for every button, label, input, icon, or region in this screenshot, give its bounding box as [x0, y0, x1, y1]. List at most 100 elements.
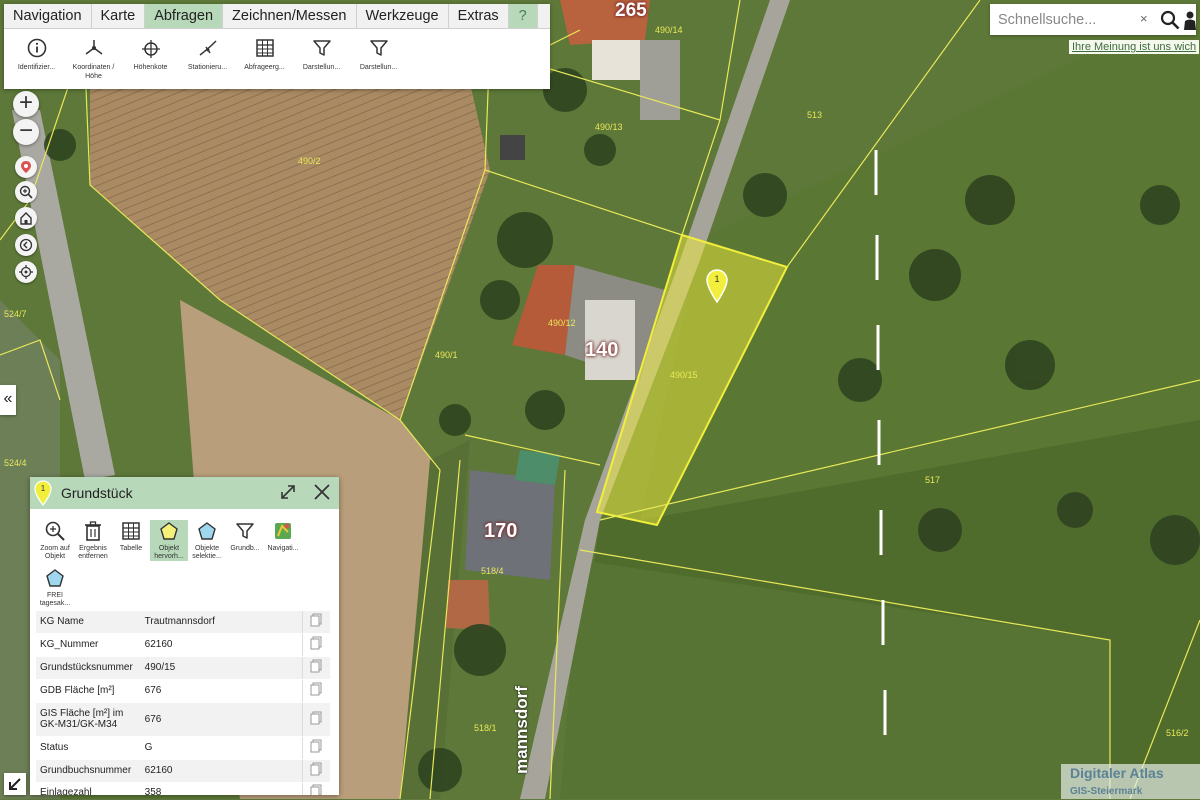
copy-button[interactable]: [301, 679, 330, 703]
copy-icon: [310, 682, 322, 696]
panel-header: 1 Grundstück: [30, 477, 339, 509]
ptool-label: FREI tagesak...: [39, 592, 71, 607]
parcel-label: 518/1: [474, 723, 497, 733]
copy-icon: [310, 739, 322, 753]
grundbuch-filter-button[interactable]: Grundb...: [226, 520, 264, 561]
zoom-box-button[interactable]: [15, 181, 37, 203]
attr-value: 676: [140, 679, 303, 703]
clear-search-icon[interactable]: ×: [1140, 11, 1148, 26]
ptool-label: Navigati...: [267, 545, 299, 552]
house-number-140: 140: [585, 339, 619, 361]
tool-label: Höhenkote: [133, 64, 168, 71]
table-row: GDB Fläche [m²] 676: [36, 679, 330, 703]
navigation-button[interactable]: Navigati...: [264, 520, 302, 561]
zoom-to-object-button[interactable]: Zoom auf Objekt: [36, 520, 74, 561]
attr-key: GDB Fläche [m²]: [36, 679, 141, 703]
select-objects-button[interactable]: Objekte selektie...: [188, 520, 226, 561]
copy-icon: [310, 636, 322, 650]
search-input[interactable]: [990, 4, 1148, 35]
panel-marker-label: 1: [40, 484, 46, 493]
stationing-icon: [199, 40, 217, 56]
attr-key: Grundstücksnummer: [36, 656, 141, 680]
attr-value: 62160: [140, 759, 303, 783]
close-icon[interactable]: [313, 483, 331, 501]
ptool-label: Tabelle: [119, 545, 143, 552]
attr-key: GIS Fläche [m²] im GK-M31/GK-M34: [36, 702, 141, 737]
person-icon[interactable]: [1183, 10, 1196, 30]
tab-zeichnen-messen[interactable]: Zeichnen/Messen: [223, 4, 357, 28]
copy-icon: [310, 613, 322, 627]
table-row: Einlagezahl 358: [36, 782, 330, 795]
tab-extras[interactable]: Extras: [449, 4, 509, 28]
tool-row: Identifizier... Koordinaten / Höhe Höhen…: [4, 29, 550, 81]
attr-value: 490/15: [140, 656, 303, 680]
attr-value: Trautmannsdorf: [140, 611, 303, 634]
table-row: Grundbuchsnummer 62160: [36, 759, 330, 783]
tool-display-2[interactable]: Darstellun...: [350, 37, 407, 81]
frei-tagesaktuell-button[interactable]: FREI tagesak...: [36, 567, 74, 608]
copy-icon: [310, 711, 322, 724]
attr-key: KG_Nummer: [36, 633, 141, 657]
tool-query-results[interactable]: Abfrageerg...: [236, 37, 293, 81]
maximize-icon[interactable]: [279, 483, 297, 501]
crosshair-icon: [19, 265, 33, 279]
copy-button[interactable]: [301, 702, 330, 737]
home-icon: [20, 212, 32, 225]
copy-button[interactable]: [301, 736, 330, 760]
collapse-sidebar-button[interactable]: «: [0, 385, 16, 415]
tool-label: Darstellun...: [359, 64, 398, 71]
home-button[interactable]: [15, 207, 37, 229]
atlas-title: Digitaler Atlas: [1070, 765, 1164, 781]
tool-label: Koordinaten / Höhe: [72, 64, 115, 80]
copy-button[interactable]: [301, 759, 330, 783]
street-name-label: mannsdorf: [511, 686, 531, 774]
table-row: GIS Fläche [m²] im GK-M31/GK-M34 676: [36, 702, 330, 737]
ptool-label: Objekt hervorh...: [154, 545, 184, 560]
map-location-marker[interactable]: 1: [706, 269, 728, 304]
tab-navigation[interactable]: Navigation: [4, 4, 92, 28]
search-icon[interactable]: [1160, 10, 1180, 30]
table-row: Status G: [36, 736, 330, 760]
copy-button[interactable]: [301, 656, 330, 680]
copy-button[interactable]: [301, 782, 330, 795]
table-row: KG Name Trautmannsdorf: [36, 611, 330, 634]
zoom-in-button[interactable]: +: [13, 91, 39, 117]
tool-label: Stationieru...: [187, 64, 228, 71]
atlas-subtitle: GIS-Steiermark: [1070, 786, 1143, 797]
tool-stationing[interactable]: Stationieru...: [179, 37, 236, 81]
highlight-polygon-icon: [160, 522, 178, 540]
ptool-label: Grundb...: [230, 545, 260, 552]
parcel-label: 524/7: [4, 309, 27, 319]
tab-help[interactable]: ?: [508, 4, 538, 28]
feedback-link[interactable]: Ihre Meinung ist uns wich: [1069, 40, 1200, 54]
copy-icon: [310, 659, 322, 673]
tool-coordinates[interactable]: Koordinaten / Höhe: [65, 37, 122, 81]
remove-result-button[interactable]: Ergebnis entfernen: [74, 520, 112, 561]
tool-elevation-point[interactable]: Höhenkote: [122, 37, 179, 81]
back-button[interactable]: [15, 234, 37, 256]
ptool-label: Ergebnis entfernen: [78, 545, 108, 560]
copy-button[interactable]: [301, 633, 330, 657]
tab-abfragen[interactable]: Abfragen: [145, 4, 224, 28]
house-number-265: 265: [615, 0, 647, 21]
tool-label: Abfrageerg...: [244, 64, 285, 71]
table-button[interactable]: Tabelle: [112, 520, 150, 561]
expand-corner-button[interactable]: [4, 773, 26, 795]
parcel-label: 490/2: [298, 156, 321, 166]
parcel-info-panel: 1 Grundstück Zoom auf Objekt Ergebnis en…: [30, 477, 339, 795]
attr-key: Status: [36, 736, 141, 760]
copy-icon: [310, 784, 322, 795]
parcel-label: 517: [925, 475, 941, 485]
locate-me-button[interactable]: [15, 261, 37, 283]
tab-karte[interactable]: Karte: [92, 4, 146, 28]
tool-identify[interactable]: Identifizier...: [8, 37, 65, 81]
tab-werkzeuge[interactable]: Werkzeuge: [357, 4, 449, 28]
parcel-label: 490/15: [670, 370, 698, 380]
location-pin-button[interactable]: [15, 156, 37, 178]
zoom-out-button[interactable]: −: [13, 119, 39, 145]
highlight-object-button[interactable]: Objekt hervorh...: [150, 520, 188, 561]
table-icon: [255, 39, 274, 57]
back-arrow-icon: [19, 238, 33, 252]
tool-display-1[interactable]: Darstellun...: [293, 37, 350, 81]
copy-button[interactable]: [301, 611, 330, 634]
